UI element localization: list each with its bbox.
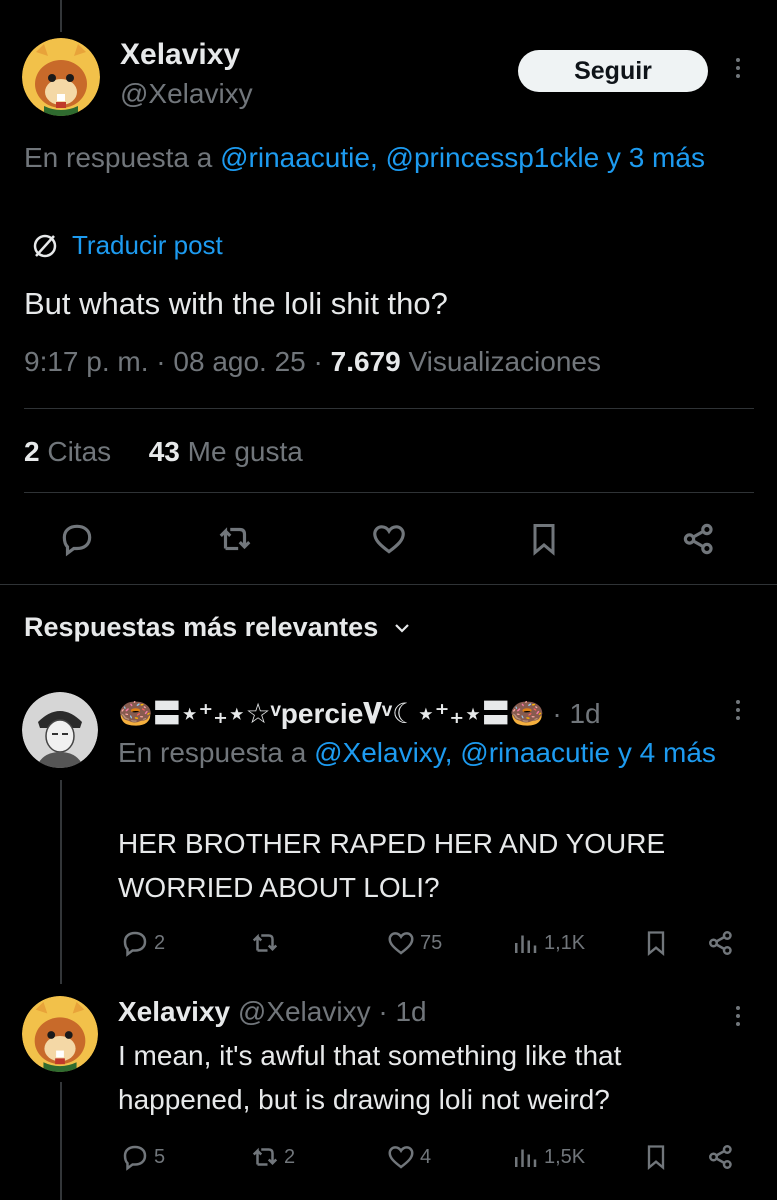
retweet-icon	[252, 1147, 278, 1166]
avatar[interactable]	[22, 996, 98, 1072]
analytics-icon	[515, 935, 537, 953]
like-button[interactable]	[370, 520, 408, 558]
bookmark-button[interactable]	[526, 520, 562, 558]
tweet-stats: 2 Citas 43 Me gusta	[24, 436, 303, 468]
retweet-button[interactable]	[216, 520, 254, 558]
follow-button[interactable]: Seguir	[518, 50, 708, 92]
like-count: 75	[420, 931, 443, 954]
retweet-button[interactable]	[250, 928, 284, 958]
views-button[interactable]: 1,5K	[510, 1142, 585, 1172]
reply-context: En respuesta a @rinaacutie, @princessp1c…	[24, 142, 705, 173]
more-options-icon[interactable]	[733, 58, 743, 78]
views-button[interactable]: 1,1K	[510, 928, 585, 958]
reply-mentions-link[interactable]: @rinaacutie, @princessp1ckle y 3 más	[220, 142, 705, 173]
like-button[interactable]: 4	[386, 1142, 431, 1172]
tweet-meta: 9:17 p. m. · 08 ago. 25 · 7.679 Visualiz…	[24, 346, 601, 377]
retweet-count: 2	[284, 1145, 296, 1168]
reply-text: I mean, it's awful that something like t…	[118, 1040, 622, 1115]
reply-context: En respuesta a @Xelavixy, @rinaacutie y …	[118, 737, 716, 768]
reply-timestamp[interactable]: · 1d	[545, 698, 600, 729]
avatar[interactable]	[22, 38, 100, 116]
reply-icon	[123, 931, 147, 957]
divider	[24, 492, 754, 493]
tweet-timestamp[interactable]: 9:17 p. m. · 08 ago. 25 ·	[24, 346, 331, 377]
reply-count: 2	[154, 931, 166, 954]
avatar[interactable]	[22, 692, 98, 768]
like-button[interactable]: 75	[386, 928, 442, 958]
share-button[interactable]	[680, 520, 718, 558]
thread-line	[60, 1082, 62, 1200]
bookmark-icon	[647, 1145, 665, 1170]
share-icon	[709, 931, 732, 955]
reply-mentions-link[interactable]: @Xelavixy, @rinaacutie y 4 más	[314, 737, 716, 768]
retweet-button[interactable]: 2	[250, 1142, 295, 1172]
replies-sort-dropdown[interactable]: Respuestas más relevantes	[24, 612, 412, 643]
bookmark-icon	[533, 524, 555, 556]
heart-icon	[388, 932, 414, 955]
quotes-stat[interactable]: 2 Citas	[24, 436, 111, 467]
reply-author-name[interactable]: 🍩〓⋆⁺₊⋆☆ᵛpercie𝐕ᵛ☾⋆⁺₊⋆〓🍩	[118, 698, 545, 729]
bookmark-button[interactable]	[642, 1142, 670, 1172]
thread-line	[60, 0, 62, 32]
chevron-down-icon	[395, 623, 409, 633]
reply-button[interactable]	[58, 520, 96, 558]
author-name[interactable]: Xelavixy	[120, 38, 240, 72]
share-icon	[709, 1145, 732, 1169]
reply-text: HER BROTHER RAPED HER AND YOURE WORRIED …	[118, 828, 666, 903]
views-count: 1,5K	[544, 1145, 586, 1168]
analytics-icon	[515, 1149, 537, 1167]
tweet-text: But whats with the loli shit tho?	[24, 286, 448, 321]
reply-count: 5	[154, 1145, 166, 1168]
retweet-icon	[219, 527, 251, 551]
share-icon	[683, 523, 713, 555]
share-button[interactable]	[706, 1142, 736, 1172]
bookmark-button[interactable]	[642, 928, 670, 958]
more-options-icon[interactable]	[733, 1006, 743, 1026]
likes-stat[interactable]: 43 Me gusta	[149, 436, 303, 467]
views-count: 7.679	[330, 346, 401, 377]
translate-icon	[33, 234, 57, 257]
more-options-icon[interactable]	[733, 700, 743, 720]
bookmark-icon	[647, 931, 665, 956]
reply-icon	[123, 1145, 147, 1171]
reply-header: 🍩〓⋆⁺₊⋆☆ᵛpercie𝐕ᵛ☾⋆⁺₊⋆〓🍩 · 1d	[118, 692, 601, 732]
author-handle[interactable]: @Xelavixy	[120, 78, 253, 110]
reply-button[interactable]: 2	[120, 928, 165, 958]
heart-icon	[373, 525, 405, 554]
reply-author-name[interactable]: Xelavixy	[118, 996, 230, 1027]
thread-line	[60, 780, 62, 984]
reply-button[interactable]: 5	[120, 1142, 165, 1172]
heart-icon	[388, 1146, 414, 1169]
views-count: 1,1K	[544, 931, 586, 954]
share-button[interactable]	[706, 928, 736, 958]
divider	[0, 584, 777, 585]
reply-author-handle[interactable]: @Xelavixy · 1d	[230, 996, 427, 1027]
reply-icon	[62, 524, 92, 557]
retweet-icon	[252, 933, 278, 952]
reply-header: Xelavixy @Xelavixy · 1d	[118, 996, 427, 1028]
translate-post-link[interactable]: Traducir post	[30, 230, 223, 261]
like-count: 4	[420, 1145, 432, 1168]
divider	[24, 408, 754, 409]
